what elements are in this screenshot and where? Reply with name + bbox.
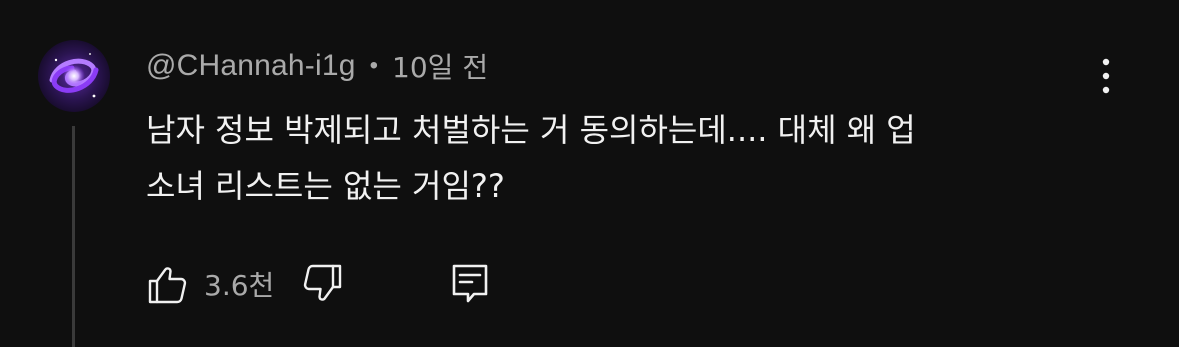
thumbs-down-icon (304, 264, 342, 301)
comment-text-line-2: 소녀 리스트는 없는 거임?? (146, 167, 505, 205)
comment-author[interactable]: @CHannah-i1g (146, 49, 356, 83)
comment-body: 남자 정보 박제되고 처벌하는 거 동의하는데.... 대체 왜 업 소녀 리스… (146, 102, 1106, 214)
reply-comment-icon (452, 264, 488, 303)
comment-text-line-1: 남자 정보 박제되고 처벌하는 거 동의하는데.... 대체 왜 업 (146, 111, 916, 149)
dislike-button[interactable] (300, 262, 344, 306)
avatar[interactable] (38, 40, 110, 112)
more-options-button[interactable] (1090, 54, 1122, 98)
reply-button[interactable] (448, 262, 492, 306)
like-button[interactable] (146, 262, 190, 306)
galaxy-avatar-icon (38, 40, 110, 112)
more-vertical-icon (1102, 58, 1110, 94)
header-separator: • (369, 52, 379, 79)
reply-thread-line (72, 126, 75, 347)
comment-timestamp[interactable]: 10일 전 (392, 46, 488, 86)
like-count: 3.6천 (204, 269, 275, 302)
thumbs-up-icon (148, 267, 187, 304)
comment-header: @CHannah-i1g • 10일 전 (146, 44, 488, 88)
comment-actions: 3.6천 (146, 260, 492, 308)
